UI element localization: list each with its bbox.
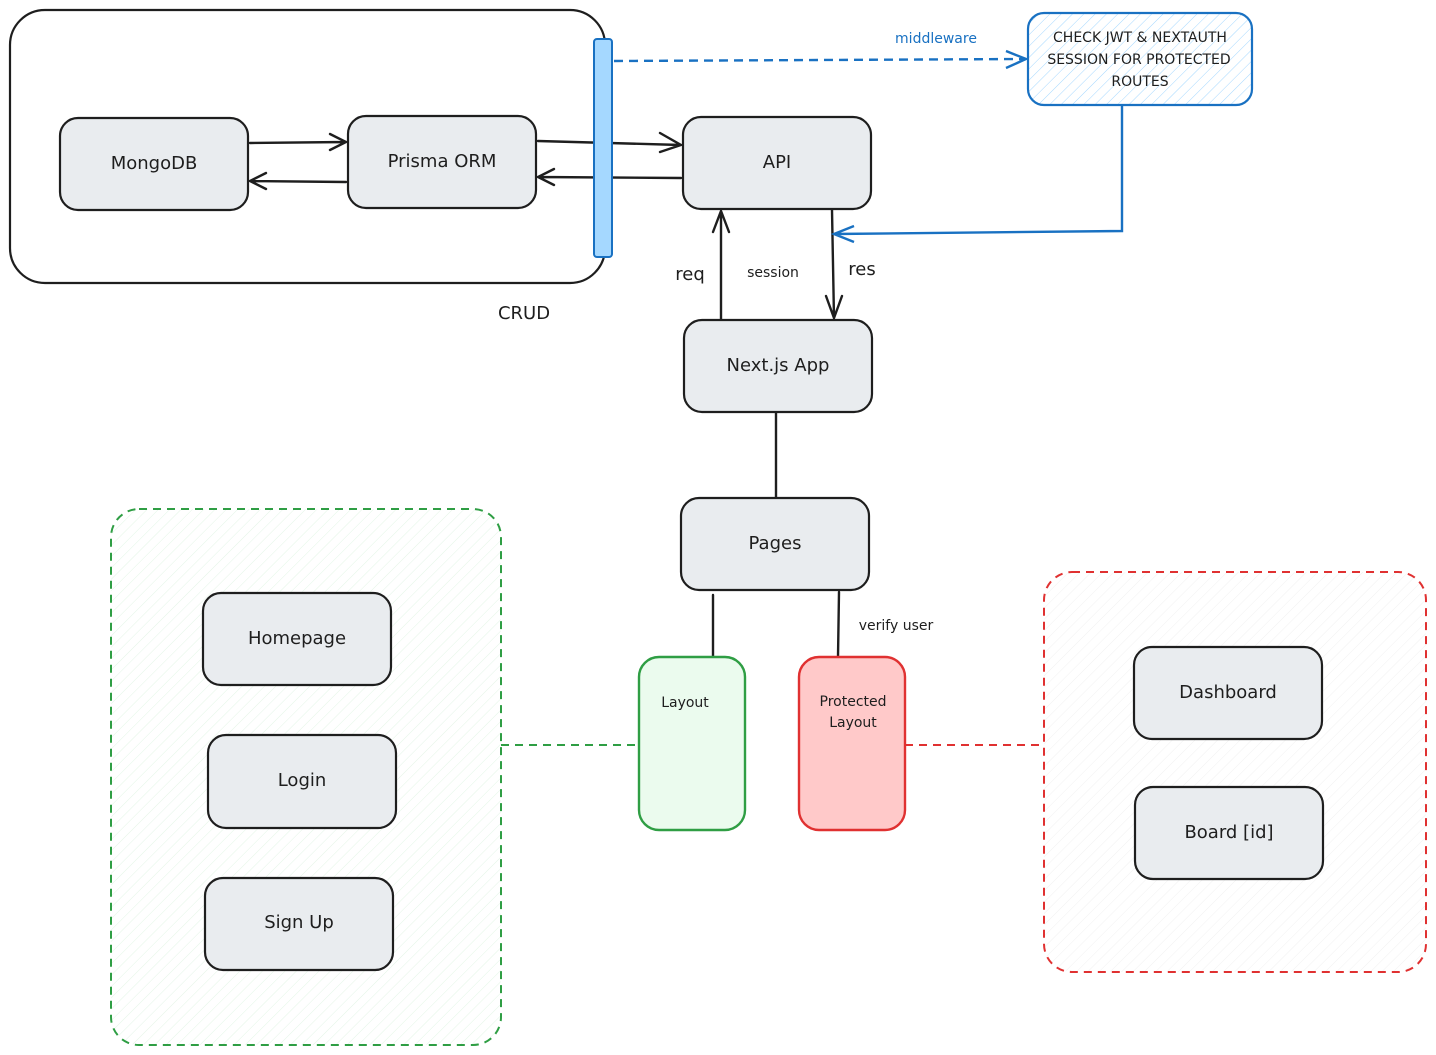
node-protected-layout: Protected Layout <box>797 655 907 832</box>
middleware-bar <box>593 38 613 258</box>
middleware-label: middleware <box>895 31 977 47</box>
edge-middleware-dashed <box>613 57 1027 63</box>
protected-pages-group <box>1043 571 1427 973</box>
session-label: session <box>747 265 799 281</box>
svg-text:Dashboard: Dashboard <box>1179 682 1277 703</box>
node-layout: Layout <box>637 655 747 832</box>
svg-text:Sign Up: Sign Up <box>264 912 334 933</box>
architecture-diagram: CRUD CHECK JWT & NEXTAUTH SESSION FOR PR… <box>8 8 1427 1046</box>
edge-req <box>711 207 731 322</box>
node-dashboard: Dashboard <box>1132 645 1324 741</box>
node-prisma-orm: Prisma ORM <box>346 114 538 210</box>
svg-text:MongoDB: MongoDB <box>111 153 198 174</box>
node-mongodb: MongoDB <box>58 116 250 212</box>
svg-text:API: API <box>763 152 791 173</box>
node-signup: Sign Up <box>203 876 395 972</box>
node-board-id: Board [id] <box>1133 785 1325 881</box>
svg-text:Protected: Protected <box>820 694 887 710</box>
edge-res <box>824 208 844 322</box>
node-nextjs-app: Next.js App <box>682 318 874 414</box>
res-label: res <box>848 259 875 280</box>
svg-text:Login: Login <box>278 770 327 791</box>
svg-text:Next.js App: Next.js App <box>727 355 830 376</box>
svg-text:Homepage: Homepage <box>248 628 346 649</box>
node-pages: Pages <box>679 496 871 592</box>
node-api: API <box>681 115 873 211</box>
verify-user-label: verify user <box>859 618 934 634</box>
edge-middleware-to-api <box>830 106 1124 244</box>
edge-pages-protected <box>836 590 841 659</box>
middleware-check-line2: SESSION FOR PROTECTED <box>1047 52 1230 68</box>
svg-text:Board [id]: Board [id] <box>1184 822 1273 843</box>
middleware-check-line1: CHECK JWT & NEXTAUTH <box>1053 30 1227 46</box>
node-homepage: Homepage <box>201 591 393 687</box>
req-label: req <box>675 264 705 285</box>
node-login: Login <box>206 733 398 830</box>
middleware-check-line3: ROUTES <box>1111 74 1168 90</box>
crud-label: CRUD <box>498 303 550 324</box>
svg-text:Layout: Layout <box>661 695 709 711</box>
svg-text:Pages: Pages <box>749 533 802 554</box>
svg-text:Prisma ORM: Prisma ORM <box>388 151 497 172</box>
svg-text:Layout: Layout <box>829 715 877 731</box>
